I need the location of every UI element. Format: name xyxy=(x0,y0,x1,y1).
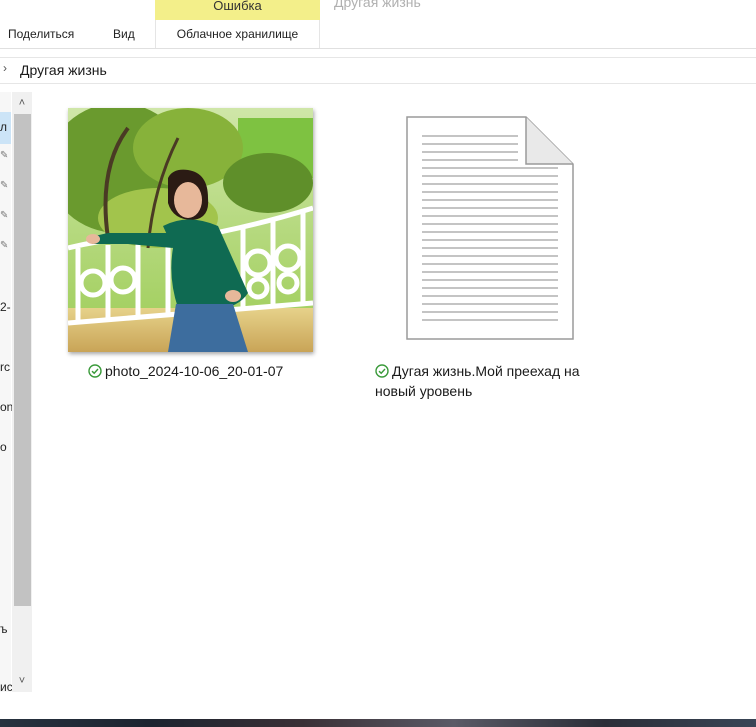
pin-icon: ✎ xyxy=(0,150,9,161)
nav-item-quick-access[interactable]: л xyxy=(0,120,7,134)
file-name-row[interactable]: photo_2024-10-06_20-01-07 xyxy=(88,361,318,381)
ribbon-divider xyxy=(0,48,756,49)
tab-share[interactable]: Поделиться xyxy=(8,20,74,48)
pin-icon: ✎ xyxy=(0,180,9,191)
nav-item[interactable]: o xyxy=(0,440,7,454)
context-tab-header: Ошибка xyxy=(155,0,320,20)
file-name-row[interactable]: Дугая жизнь.Мой преехад на новый уровень xyxy=(375,361,615,401)
nav-item[interactable]: ъ xyxy=(0,622,8,636)
taskbar-edge xyxy=(0,719,756,727)
pin-icon: ✎ xyxy=(0,210,9,221)
nav-item[interactable]: иc xyxy=(0,680,13,694)
chevron-right-icon[interactable]: › xyxy=(3,61,7,75)
sync-ok-icon xyxy=(375,364,389,378)
scroll-down-icon[interactable]: ˅ xyxy=(12,670,32,692)
window-title: Другая жизнь xyxy=(334,0,421,10)
nav-item[interactable]: rc xyxy=(0,360,10,374)
navigation-pane: л ✎ ✎ ✎ ✎ 2- rc on o ъ иc ˄ ˅ xyxy=(0,92,32,694)
file-name: photo_2024-10-06_20-01-07 xyxy=(105,363,284,379)
file-name: Дугая жизнь.Мой преехад на новый уровень xyxy=(375,363,580,399)
tab-view[interactable]: Вид xyxy=(113,20,135,48)
address-bar[interactable]: › Другая жизнь xyxy=(0,57,756,84)
file-list: photo_2024-10-06_20-01-07 Дугая жизнь.Мо… xyxy=(33,92,756,692)
sync-ok-icon xyxy=(88,364,102,378)
text-document-icon xyxy=(406,116,574,340)
breadcrumb[interactable]: Другая жизнь xyxy=(20,62,107,78)
tab-cloud-storage[interactable]: Облачное хранилище xyxy=(155,20,320,48)
photo-thumbnail[interactable] xyxy=(68,108,313,352)
nav-item[interactable]: 2- xyxy=(0,300,11,314)
pin-icon: ✎ xyxy=(0,240,9,251)
ribbon: Ошибка Другая жизнь Поделиться Вид Облач… xyxy=(0,0,756,48)
scrollbar-thumb[interactable] xyxy=(14,114,31,606)
scroll-up-icon[interactable]: ˄ xyxy=(12,92,32,114)
